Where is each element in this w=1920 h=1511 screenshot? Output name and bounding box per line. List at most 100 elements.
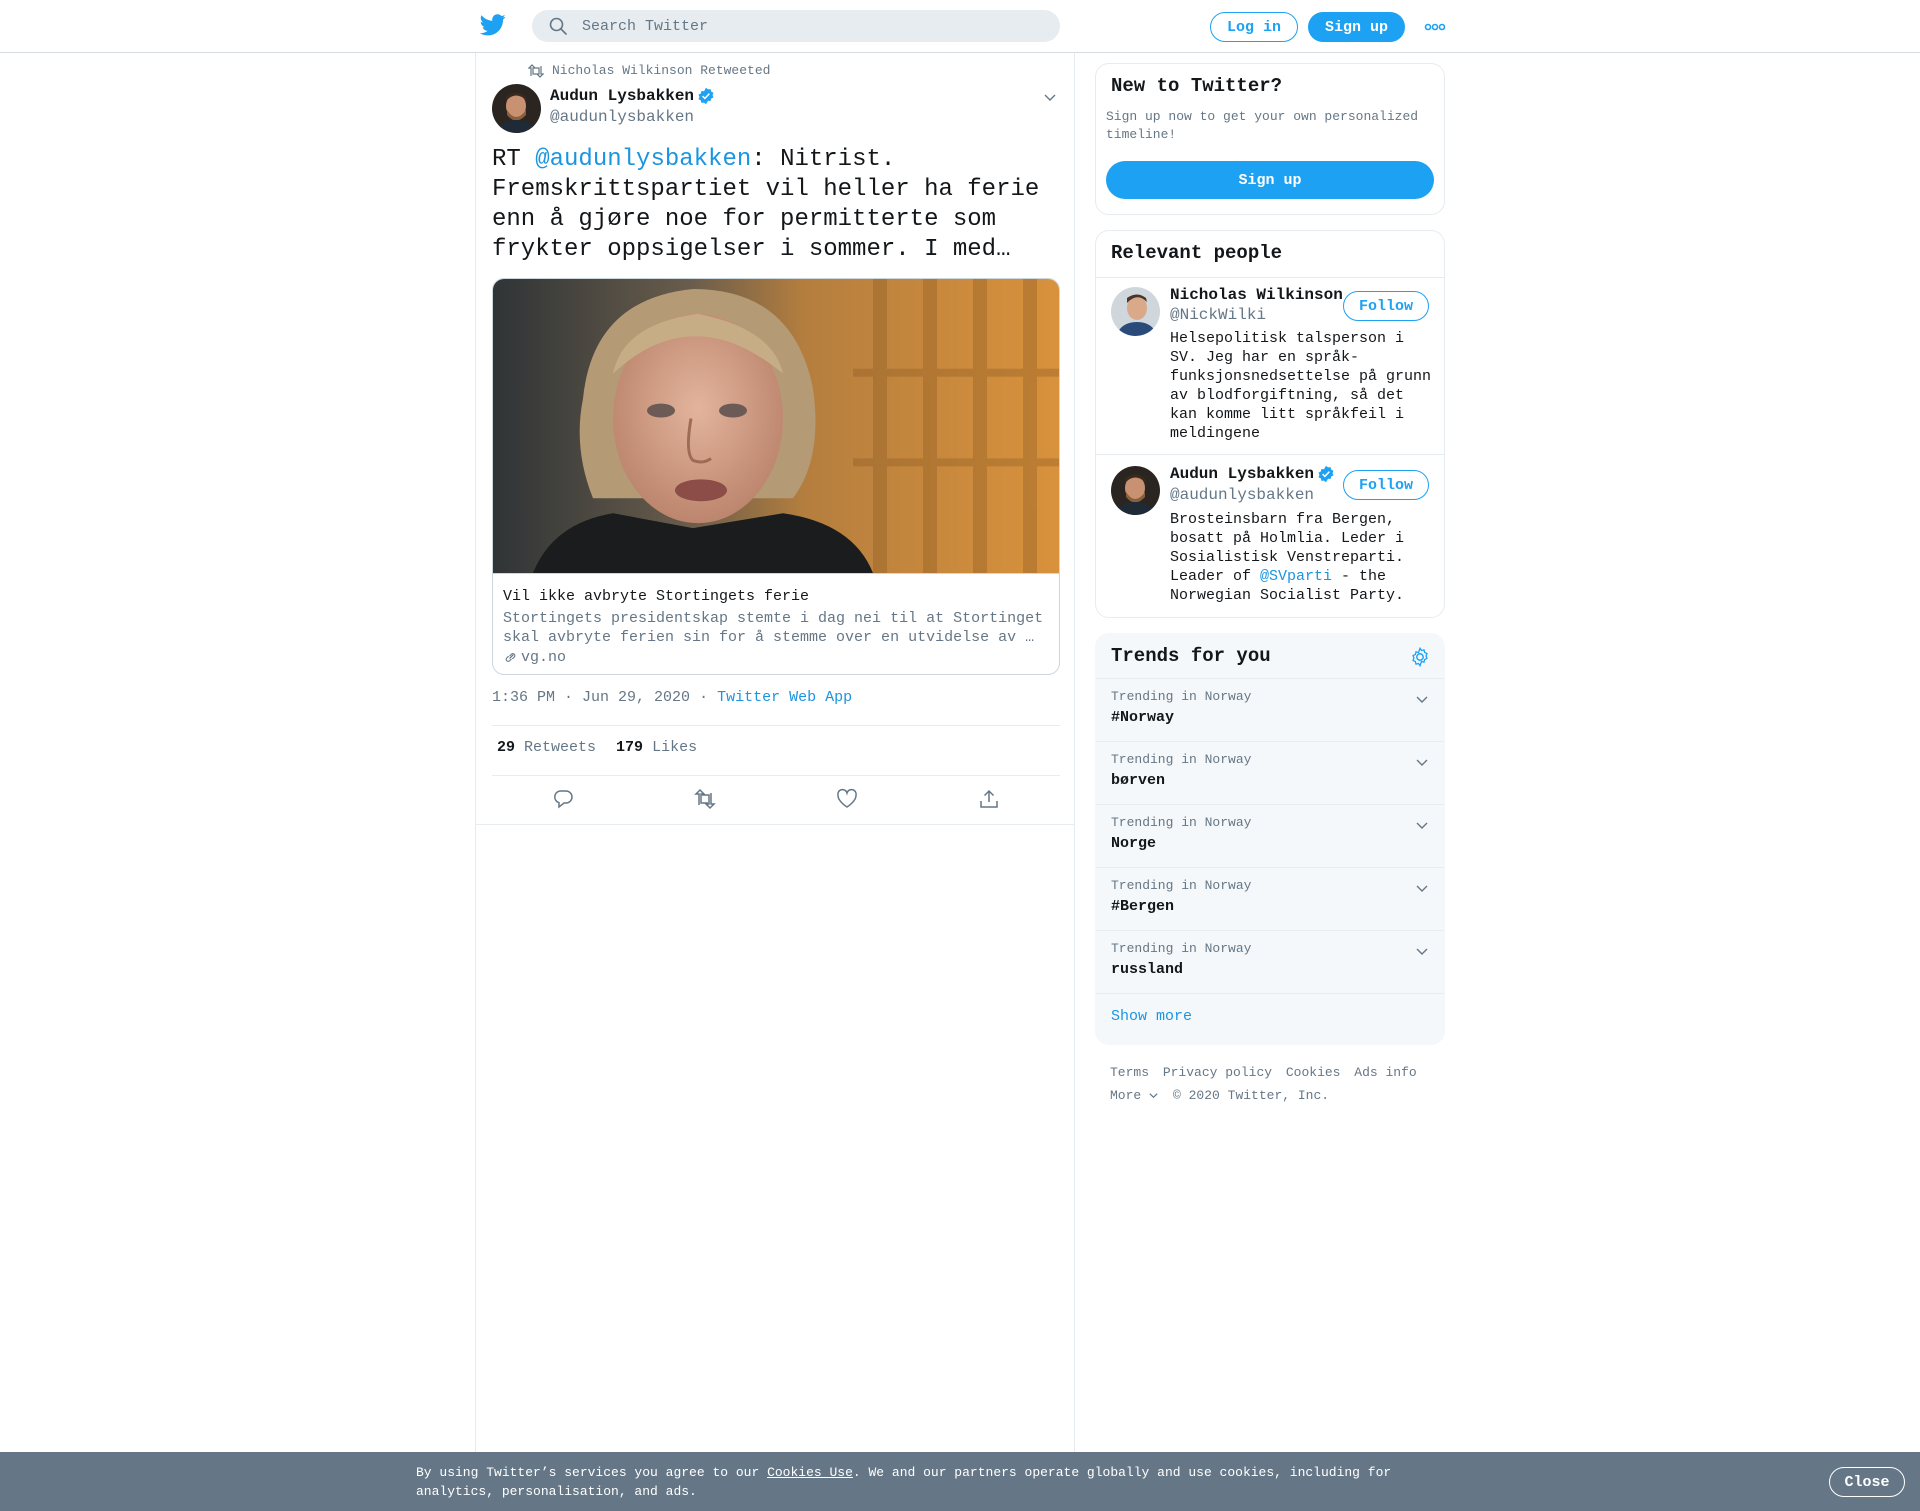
- tweet-text: RT @audunlysbakken: Nitrist. Fremskritts…: [492, 145, 1052, 265]
- person-bio: Brosteinsbarn fra Bergen, bosatt på Holm…: [1170, 510, 1438, 605]
- trends-panel: Trends for you Trending in Norway #Norwa…: [1095, 633, 1445, 1045]
- divider: [492, 775, 1060, 776]
- avatar-image: [1111, 287, 1160, 336]
- follow-button[interactable]: Follow: [1343, 470, 1429, 500]
- search-box[interactable]: Search Twitter: [532, 10, 1060, 42]
- tweet-mention-link[interactable]: @audunlysbakken: [535, 146, 751, 173]
- tweet-meta: 1:36 PM · Jun 29, 2020 · Twitter Web App: [492, 689, 852, 706]
- author-handle[interactable]: @audunlysbakken: [550, 108, 715, 126]
- chevron-down-icon[interactable]: [1042, 89, 1058, 105]
- chevron-down-icon[interactable]: [1414, 943, 1430, 959]
- log-in-button[interactable]: Log in: [1210, 12, 1298, 42]
- more-options-icon[interactable]: [1424, 20, 1446, 34]
- footer-links: Terms Privacy policy Cookies Ads info Mo…: [1110, 1061, 1440, 1107]
- retweets-count: 29: [497, 739, 516, 756]
- divider: [1096, 993, 1444, 994]
- author-name[interactable]: Audun Lysbakken: [550, 87, 715, 105]
- footer-more-menu[interactable]: More: [1110, 1084, 1159, 1107]
- trend-context: Trending in Norway: [1111, 878, 1252, 893]
- avatar[interactable]: [1111, 287, 1160, 336]
- retweet-icon: [528, 63, 544, 78]
- close-button[interactable]: Close: [1829, 1467, 1905, 1497]
- author-avatar-image: [492, 84, 541, 133]
- likes-stat[interactable]: 179 Likes: [616, 739, 697, 756]
- chevron-down-icon: [1149, 1093, 1158, 1099]
- trend-item[interactable]: Trending in Norway russland: [1096, 930, 1444, 993]
- card-image: [493, 279, 1059, 574]
- search-input[interactable]: Search Twitter: [582, 18, 708, 35]
- avatar[interactable]: [1111, 466, 1160, 515]
- card-domain: vg.no: [503, 649, 1049, 666]
- verified-badge-icon: [698, 87, 714, 105]
- search-icon: [549, 17, 567, 35]
- retweet-context[interactable]: Nicholas Wilkinson Retweeted: [528, 63, 770, 78]
- divider: [492, 725, 1060, 726]
- avatar-image: [1111, 466, 1160, 515]
- trend-name: #Bergen: [1111, 898, 1175, 915]
- tweet-source-link[interactable]: Twitter Web App: [717, 689, 852, 706]
- card-domain-text: vg.no: [521, 649, 567, 666]
- retweet-button[interactable]: [634, 788, 776, 810]
- twitter-bird-icon[interactable]: [480, 14, 506, 36]
- author-avatar[interactable]: [492, 84, 541, 133]
- follow-button[interactable]: Follow: [1343, 291, 1429, 321]
- person-handle[interactable]: @NickWilki: [1170, 306, 1266, 324]
- footer-cookies-link[interactable]: Cookies: [1286, 1065, 1341, 1080]
- trend-context: Trending in Norway: [1111, 941, 1252, 956]
- divider: [476, 824, 1074, 825]
- divider: [1096, 277, 1444, 278]
- tweet-text-prefix: RT: [492, 146, 536, 173]
- trend-name: russland: [1111, 961, 1184, 978]
- person-name[interactable]: Audun Lysbakken: [1170, 465, 1335, 483]
- chevron-down-icon[interactable]: [1414, 754, 1430, 770]
- chevron-down-icon[interactable]: [1414, 880, 1430, 896]
- share-button[interactable]: [918, 788, 1060, 810]
- card-title: Vil ikke avbryte Stortingets ferie: [503, 588, 810, 605]
- bio-mention-link[interactable]: @SVparti: [1260, 568, 1332, 585]
- retweet-icon: [694, 788, 716, 810]
- meta-separator: ·: [699, 689, 709, 706]
- show-more-link[interactable]: Show more: [1111, 1008, 1192, 1025]
- footer-terms-link[interactable]: Terms: [1110, 1065, 1149, 1080]
- trend-context: Trending in Norway: [1111, 689, 1252, 704]
- person-name-text: Audun Lysbakken: [1170, 465, 1315, 483]
- author-name-text: Audun Lysbakken: [550, 87, 695, 105]
- divider: [1096, 454, 1444, 455]
- person-handle[interactable]: @audunlysbakken: [1170, 486, 1314, 504]
- card-body: Vil ikke avbryte Stortingets ferie Stort…: [493, 579, 1059, 674]
- like-button[interactable]: [776, 788, 918, 810]
- footer-privacy-link[interactable]: Privacy policy: [1163, 1065, 1272, 1080]
- footer-copyright: © 2020 Twitter, Inc.: [1173, 1088, 1330, 1103]
- gear-icon[interactable]: [1409, 646, 1431, 668]
- cookies-use-link[interactable]: Cookies Use: [767, 1465, 853, 1480]
- footer-ads-link[interactable]: Ads info: [1354, 1065, 1416, 1080]
- panel-title: Trends for you: [1111, 645, 1271, 667]
- panel-title: Relevant people: [1111, 242, 1283, 264]
- reply-button[interactable]: [492, 788, 634, 810]
- link-icon: [505, 653, 516, 662]
- person-name[interactable]: Nicholas Wilkinson: [1170, 286, 1343, 304]
- trend-item[interactable]: Trending in Norway #Norway: [1096, 678, 1444, 741]
- tweet-actions: [492, 788, 1060, 810]
- chevron-down-icon[interactable]: [1414, 691, 1430, 707]
- cookie-text-before: By using Twitter’s services you agree to…: [416, 1465, 768, 1480]
- link-card[interactable]: Vil ikke avbryte Stortingets ferie Stort…: [492, 278, 1060, 675]
- retweets-stat[interactable]: 29 Retweets: [497, 739, 596, 756]
- verified-badge-icon: [1318, 465, 1334, 483]
- chevron-down-icon[interactable]: [1414, 817, 1430, 833]
- sign-up-button[interactable]: Sign up: [1308, 12, 1405, 42]
- likes-count: 179: [616, 739, 644, 756]
- person-name-text: Nicholas Wilkinson: [1170, 286, 1343, 304]
- trend-item[interactable]: Trending in Norway Norge: [1096, 804, 1444, 867]
- author-block[interactable]: Audun Lysbakken @audunlysbakken: [550, 87, 715, 126]
- person-bio: Helsepolitisk talsperson i SV. Jeg har e…: [1170, 330, 1432, 442]
- retweets-label: Retweets: [524, 739, 597, 756]
- trend-context: Trending in Norway: [1111, 752, 1252, 767]
- trend-item[interactable]: Trending in Norway børven: [1096, 741, 1444, 804]
- new-to-twitter-panel: New to Twitter? Sign up now to get your …: [1095, 63, 1445, 215]
- trend-item[interactable]: Trending in Norway #Bergen: [1096, 867, 1444, 930]
- tweet-timestamp[interactable]: 1:36 PM · Jun 29, 2020: [492, 689, 690, 706]
- top-bar: Search Twitter Log in Sign up: [0, 0, 1920, 53]
- share-icon: [980, 789, 998, 808]
- sign-up-button[interactable]: Sign up: [1106, 161, 1434, 199]
